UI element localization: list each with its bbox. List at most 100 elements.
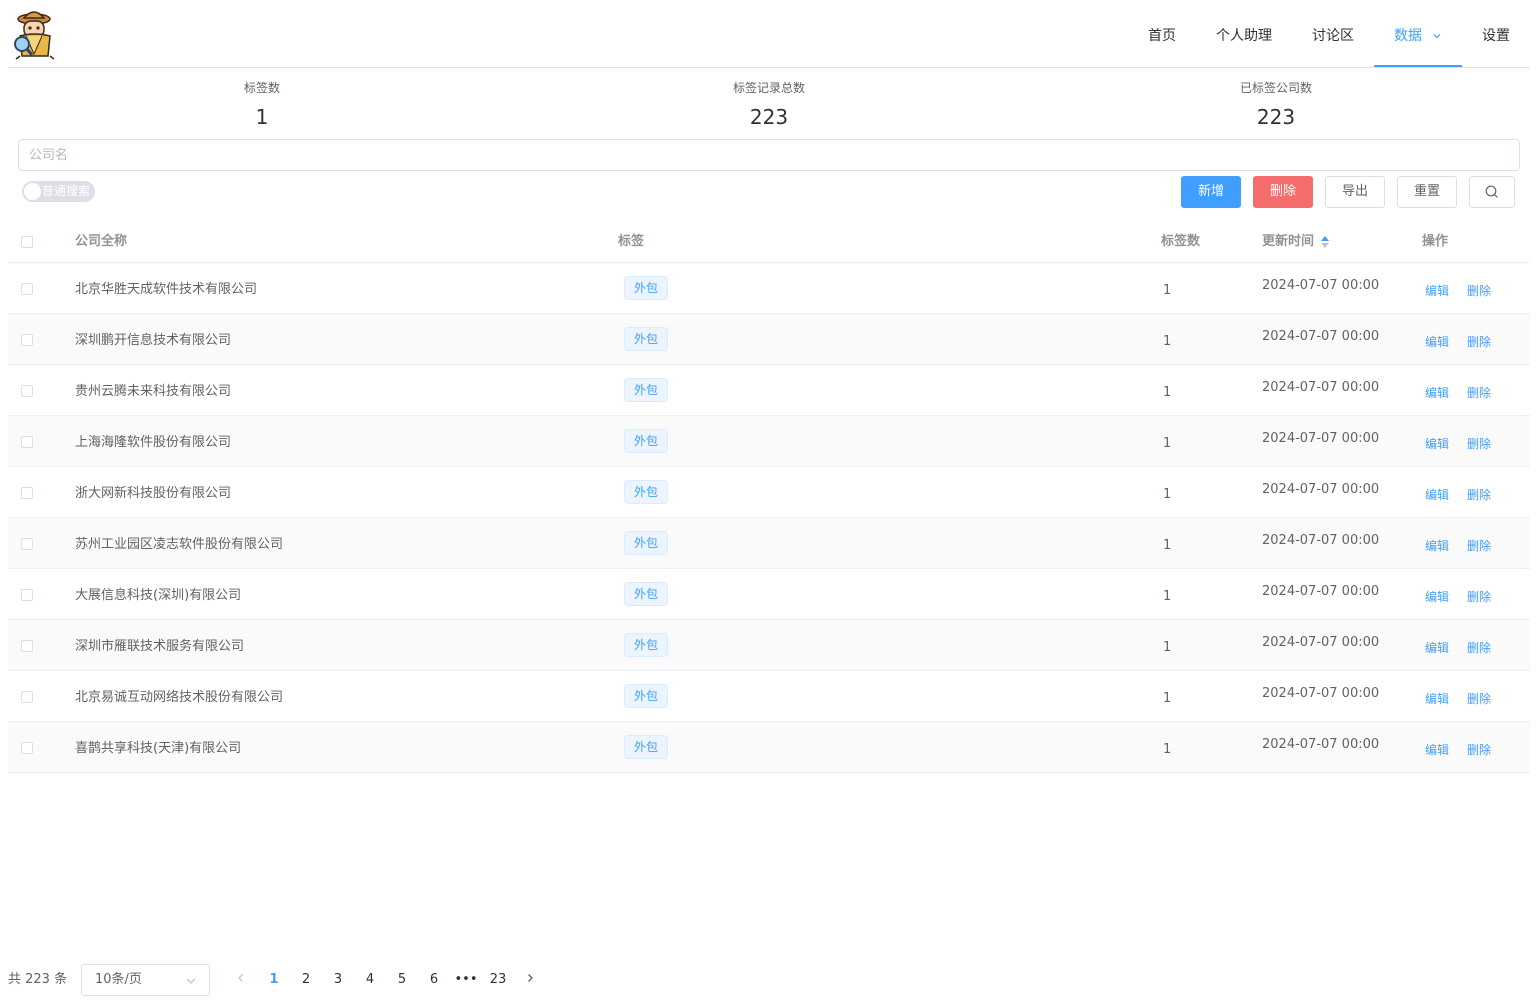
delete-link[interactable]: 删除 (1467, 639, 1491, 656)
nav-assistant[interactable]: 个人助理 (1196, 0, 1292, 67)
delete-link[interactable]: 删除 (1467, 486, 1491, 503)
table-row: 贵州云腾未来科技有限公司 外包 1 2024-07-07 00:00 编辑 删除 (8, 365, 1530, 416)
tag-count: 1 (1163, 742, 1172, 757)
edit-link[interactable]: 编辑 (1425, 741, 1449, 758)
row-checkbox[interactable] (21, 487, 33, 499)
col-tag: 标签 (618, 234, 645, 249)
sort-icon[interactable] (1320, 235, 1330, 249)
update-time: 2024-07-07 00:00 (1262, 431, 1380, 446)
nav-settings[interactable]: 设置 (1462, 0, 1530, 67)
search-mode-toggle[interactable]: 普通搜索 (22, 181, 95, 202)
edit-link[interactable]: 编辑 (1425, 435, 1449, 452)
stat-value: 223 (749, 105, 789, 129)
company-name: 上海海隆软件股份有限公司 (75, 435, 232, 450)
table-row: 浙大网新科技股份有限公司 外包 1 2024-07-07 00:00 编辑 删除 (8, 467, 1530, 518)
update-time: 2024-07-07 00:00 (1262, 533, 1380, 548)
tag-badge: 外包 (624, 684, 669, 708)
top-header: 首页 个人助理 讨论区 数据 设置 (8, 0, 1530, 68)
page-number[interactable]: 23 (482, 964, 514, 996)
page-number[interactable]: 6 (418, 964, 450, 996)
update-time: 2024-07-07 00:00 (1262, 482, 1380, 497)
reset-button[interactable]: 重置 (1397, 176, 1457, 208)
page-number[interactable]: 4 (354, 964, 386, 996)
tag-count: 1 (1163, 283, 1172, 298)
row-checkbox[interactable] (21, 334, 33, 346)
edit-link[interactable]: 编辑 (1425, 639, 1449, 656)
add-button[interactable]: 新增 (1181, 176, 1241, 208)
row-checkbox[interactable] (21, 283, 33, 295)
detective-logo-icon[interactable] (12, 6, 58, 60)
delete-link[interactable]: 删除 (1467, 537, 1491, 554)
select-all-checkbox[interactable] (21, 236, 33, 248)
table-row: 北京华胜天成软件技术有限公司 外包 1 2024-07-07 00:00 编辑 删除 (8, 263, 1530, 314)
tag-count: 1 (1163, 640, 1172, 655)
page-number[interactable]: 2 (290, 964, 322, 996)
next-page-button[interactable] (514, 964, 546, 996)
page-size-value: 10条/页 (95, 972, 142, 987)
edit-link[interactable]: 编辑 (1425, 486, 1449, 503)
delete-link[interactable]: 删除 (1467, 690, 1491, 707)
delete-link[interactable]: 删除 (1467, 282, 1491, 299)
tag-count: 1 (1163, 487, 1172, 502)
table-row: 北京易诚互动网络技术股份有限公司 外包 1 2024-07-07 00:00 编辑 删除 (8, 671, 1530, 722)
page-size-select[interactable]: 10条/页 (81, 964, 210, 996)
nav-home[interactable]: 首页 (1128, 0, 1196, 67)
edit-link[interactable]: 编辑 (1425, 384, 1449, 401)
delete-link[interactable]: 删除 (1467, 384, 1491, 401)
prev-page-button[interactable] (225, 964, 257, 996)
table-row: 上海海隆软件股份有限公司 外包 1 2024-07-07 00:00 编辑 删除 (8, 416, 1530, 467)
edit-link[interactable]: 编辑 (1425, 588, 1449, 605)
main-nav: 首页 个人助理 讨论区 数据 设置 (1128, 0, 1530, 67)
row-checkbox[interactable] (21, 385, 33, 397)
nav-data-label: 数据 (1394, 28, 1422, 44)
row-checkbox[interactable] (21, 589, 33, 601)
delete-link[interactable]: 删除 (1467, 741, 1491, 758)
company-name: 苏州工业园区凌志软件股份有限公司 (75, 537, 284, 552)
delete-link[interactable]: 删除 (1467, 333, 1491, 350)
update-time: 2024-07-07 00:00 (1262, 635, 1380, 650)
table-body: 北京华胜天成软件技术有限公司 外包 1 2024-07-07 00:00 编辑 删除 深圳鹏… (8, 263, 1530, 773)
tag-count: 1 (1163, 589, 1172, 604)
tag-badge: 外包 (624, 582, 669, 606)
update-time: 2024-07-07 00:00 (1262, 584, 1380, 599)
tag-count: 1 (1163, 538, 1172, 553)
edit-link[interactable]: 编辑 (1425, 282, 1449, 299)
row-checkbox[interactable] (21, 640, 33, 652)
page-number[interactable]: 1 (258, 964, 290, 996)
nav-data[interactable]: 数据 (1374, 0, 1462, 67)
page-ellipsis[interactable]: ••• (450, 964, 482, 996)
stat-value: 223 (1256, 105, 1296, 129)
tag-badge: 外包 (624, 735, 669, 759)
export-button[interactable]: 导出 (1325, 176, 1385, 208)
row-checkbox[interactable] (21, 742, 33, 754)
table-header: 公司全称 标签 标签数 更新时间 操作 (8, 222, 1530, 263)
col-update-time[interactable]: 更新时间 (1262, 222, 1330, 262)
edit-link[interactable]: 编辑 (1425, 537, 1449, 554)
chevron-right-icon (528, 974, 533, 982)
page-number[interactable]: 5 (386, 964, 418, 996)
delete-button[interactable]: 删除 (1253, 176, 1313, 208)
row-checkbox[interactable] (21, 538, 33, 550)
search-icon (1485, 185, 1498, 198)
company-name: 贵州云腾未来科技有限公司 (75, 384, 232, 399)
company-search-input[interactable] (18, 139, 1520, 171)
tag-badge: 外包 (624, 327, 669, 351)
edit-link[interactable]: 编辑 (1425, 333, 1449, 350)
row-checkbox[interactable] (21, 436, 33, 448)
page-number[interactable]: 3 (322, 964, 354, 996)
table-row: 苏州工业园区凌志软件股份有限公司 外包 1 2024-07-07 00:00 编辑 删除 (8, 518, 1530, 569)
delete-link[interactable]: 删除 (1467, 435, 1491, 452)
company-name: 北京华胜天成软件技术有限公司 (75, 282, 258, 297)
search-button[interactable] (1469, 176, 1515, 208)
stat-tag-count: 标签数 1 (112, 80, 412, 128)
chevron-left-icon (238, 974, 243, 982)
tag-badge: 外包 (624, 429, 669, 453)
edit-link[interactable]: 编辑 (1425, 690, 1449, 707)
stat-label: 标签数 (243, 81, 280, 95)
row-checkbox[interactable] (21, 691, 33, 703)
nav-forum[interactable]: 讨论区 (1292, 0, 1374, 67)
stat-record-count: 标签记录总数 223 (619, 80, 919, 128)
stat-label: 标签记录总数 (732, 81, 805, 95)
toggle-label: 普通搜索 (42, 184, 91, 198)
delete-link[interactable]: 删除 (1467, 588, 1491, 605)
